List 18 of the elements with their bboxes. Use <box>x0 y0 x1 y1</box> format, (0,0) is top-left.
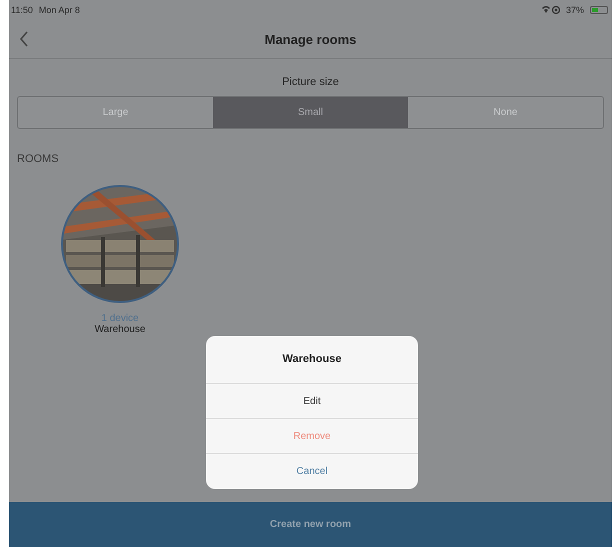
section-heading: ROOMS <box>17 153 60 165</box>
screen-title: Manage rooms <box>264 32 358 46</box>
create-room-button[interactable]: Create new room <box>264 518 358 531</box>
section-label: Picture size <box>281 76 340 88</box>
dialog-action[interactable]: Remove <box>206 419 418 454</box>
dialog-title: Warehouse <box>206 336 418 384</box>
segment-option[interactable]: Large <box>18 97 213 128</box>
segment-option[interactable]: None <box>408 97 603 128</box>
status-date: Mon Apr 8 <box>38 5 80 15</box>
device-count: 1 device <box>101 313 139 324</box>
wifi-icon <box>542 6 550 13</box>
dialog-action[interactable]: Cancel <box>206 454 418 489</box>
dialog-action[interactable]: Edit <box>206 384 418 419</box>
battery-percent: 37% <box>566 5 584 15</box>
battery-icon <box>590 6 608 14</box>
room-name: Warehouse <box>94 324 146 335</box>
segment-option[interactable]: Small <box>213 97 408 128</box>
status-time: 11:50 <box>11 5 33 15</box>
